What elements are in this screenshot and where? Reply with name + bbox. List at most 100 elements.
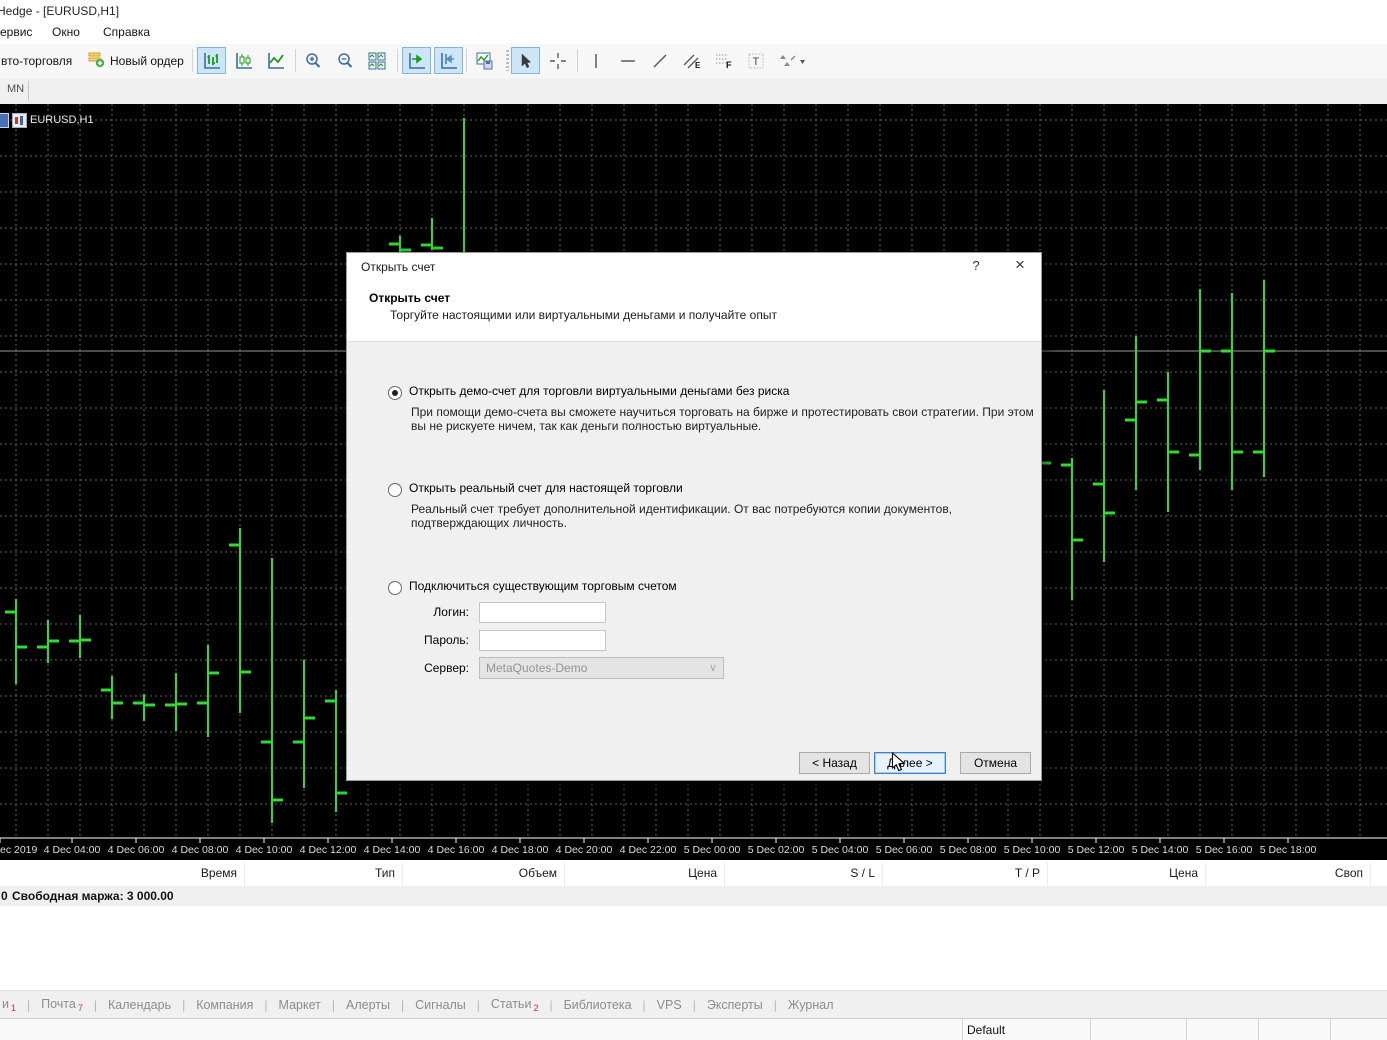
radio-existing-account[interactable] — [388, 581, 402, 595]
arrows-tool-button[interactable] — [773, 47, 813, 74]
tab-unread-badge: 1 — [11, 1003, 16, 1013]
time-axis-label: 4 Dec 18:00 — [492, 844, 549, 856]
time-axis-label: 4 Dec 12:00 — [300, 844, 357, 856]
server-select-value: MetaQuotes-Demo — [486, 661, 587, 675]
statusbar-separator — [1330, 1019, 1331, 1040]
time-axis-label: 5 Dec 00:00 — [684, 844, 741, 856]
statusbar-separator — [1186, 1019, 1187, 1040]
radio-demo-account[interactable] — [388, 386, 402, 400]
back-button[interactable]: < Назад — [799, 752, 870, 774]
radio-existing-label[interactable]: Подключиться существующим торговым счето… — [409, 579, 677, 593]
column-separator — [244, 862, 245, 886]
toolbox-header-row: Время Тип Объем Цена S / L T / P Цена Своп — [0, 862, 1387, 887]
new-order-button[interactable]: Новый ордер — [84, 47, 188, 74]
chart-symbol-text: EURUSD,H1 — [30, 114, 94, 126]
toolbar-separator — [466, 49, 467, 72]
period-bar-separator — [28, 81, 29, 101]
period-bar: MN — [0, 78, 1387, 104]
svg-text:T: T — [752, 56, 759, 68]
horizontal-line-tool-button[interactable] — [613, 47, 642, 74]
toolbox-tab-Компания[interactable]: Компания — [185, 998, 264, 1012]
password-input[interactable] — [479, 630, 606, 651]
toolbox-tab-Маркет[interactable]: Маркет — [268, 998, 332, 1012]
login-input[interactable] — [479, 602, 606, 623]
time-axis-label: 5 Dec 18:00 — [1260, 844, 1317, 856]
toolbar-separator — [577, 49, 578, 72]
cursor-tool-button[interactable] — [511, 47, 540, 74]
summary-cut-number: 0 — [1, 889, 8, 903]
column-header[interactable]: Цена — [1169, 866, 1198, 880]
chart-line-button[interactable] — [261, 47, 290, 74]
vertical-line-tool-button[interactable] — [581, 47, 610, 74]
status-bar: Default — [0, 1018, 1387, 1040]
shift-chart-button[interactable] — [402, 47, 431, 74]
toolbox-tab-Календарь[interactable]: Календарь — [97, 998, 182, 1012]
menu-help[interactable]: Справка — [103, 25, 150, 39]
dialog-help-button[interactable]: ? — [965, 258, 987, 273]
crosshair-tool-button[interactable] — [543, 47, 572, 74]
time-axis: ec 20194 Dec 04:004 Dec 06:004 Dec 08:00… — [0, 842, 1387, 860]
column-header[interactable]: S / L — [850, 866, 875, 880]
fibonacci-tool-button[interactable]: F — [709, 47, 738, 74]
account-summary-row: 0 Свободная маржа: 3 000.00 — [0, 886, 1387, 907]
toolbox-tab-Библиотека[interactable]: Библиотека — [553, 998, 643, 1012]
text-tool-button[interactable]: T — [741, 47, 770, 74]
toolbar-separator — [295, 49, 296, 72]
menu-window[interactable]: Окно — [52, 25, 80, 39]
column-header[interactable]: Объем — [519, 866, 557, 880]
chart-bars-button[interactable] — [197, 47, 226, 74]
new-order-icon — [88, 51, 105, 71]
toolbox-tabs-bar: и1|Почта7|Календарь|Компания|Маркет|Алер… — [0, 990, 1387, 1019]
templates-button[interactable] — [470, 47, 499, 74]
dialog-close-button[interactable]: × — [1007, 255, 1033, 275]
column-header[interactable]: Тип — [375, 866, 395, 880]
chart-window-icon — [0, 113, 9, 128]
radio-real-account[interactable] — [388, 483, 402, 497]
trendline-tool-button[interactable] — [645, 47, 674, 74]
cancel-button[interactable]: Отмена — [960, 752, 1031, 774]
tile-windows-button[interactable] — [362, 47, 391, 74]
window-titlebar: Hedge - [EURUSD,H1] — [0, 0, 1387, 22]
toolbox-tab-Почта[interactable]: Почта7 — [30, 997, 94, 1013]
time-axis-label: 5 Dec 04:00 — [812, 844, 869, 856]
profile-indicator[interactable]: Default — [967, 1023, 1005, 1037]
equidistant-channel-tool-button[interactable]: E — [677, 47, 706, 74]
time-axis-label: 5 Dec 14:00 — [1132, 844, 1189, 856]
autoscroll-button[interactable] — [434, 47, 463, 74]
zoom-out-button[interactable] — [330, 47, 359, 74]
period-mn-button[interactable]: MN — [3, 82, 28, 96]
column-separator — [402, 862, 403, 886]
column-separator — [1205, 862, 1206, 886]
time-axis-label: 4 Dec 06:00 — [108, 844, 165, 856]
toolbox-tab-Эксперты[interactable]: Эксперты — [696, 998, 774, 1012]
toolbox-tab-VPS[interactable]: VPS — [646, 998, 693, 1012]
column-header[interactable]: Своп — [1335, 866, 1363, 880]
toolbox-tab-Сигналы[interactable]: Сигналы — [404, 998, 477, 1012]
column-separator — [882, 862, 883, 886]
free-margin-text: Свободная маржа: 3 000.00 — [12, 889, 174, 903]
time-axis-label: 5 Dec 06:00 — [876, 844, 933, 856]
radio-demo-label[interactable]: Открыть демо-счет для торговли виртуальн… — [409, 384, 789, 398]
chart-candles-button[interactable] — [229, 47, 258, 74]
radio-real-label[interactable]: Открыть реальный счет для настоящей торг… — [409, 481, 683, 495]
toolbox-tab-и[interactable]: и1 — [0, 997, 27, 1013]
zoom-in-button[interactable] — [298, 47, 327, 74]
demo-desc-line2: вы не рискуете ничем, так как деньги пол… — [411, 419, 761, 433]
menu-service[interactable]: ервис — [0, 25, 32, 39]
column-header[interactable]: Время — [201, 866, 237, 880]
toolbar-drag-handle[interactable] — [506, 50, 509, 71]
svg-text:F: F — [726, 60, 732, 70]
toolbox-tab-Алерты[interactable]: Алерты — [335, 998, 401, 1012]
column-header[interactable]: T / P — [1015, 866, 1040, 880]
column-header[interactable]: Цена — [688, 866, 717, 880]
server-select[interactable]: MetaQuotes-Demo ∨ — [479, 657, 724, 679]
toolbar-separator — [192, 49, 193, 72]
open-account-dialog: Открыть счет ? × Открыть счет Торгуйте н… — [346, 252, 1042, 781]
autotrade-button-label[interactable]: вто-торговля — [1, 54, 72, 68]
time-axis-label: 5 Dec 10:00 — [1004, 844, 1061, 856]
toolbar: вто-торговля Новый ордер — [0, 44, 1387, 79]
statusbar-separator — [1090, 1019, 1091, 1040]
toolbox-tab-Статьи[interactable]: Статьи2 — [480, 997, 550, 1013]
next-button[interactable]: Далее > — [874, 752, 946, 774]
toolbox-tab-Журнал[interactable]: Журнал — [777, 998, 845, 1012]
